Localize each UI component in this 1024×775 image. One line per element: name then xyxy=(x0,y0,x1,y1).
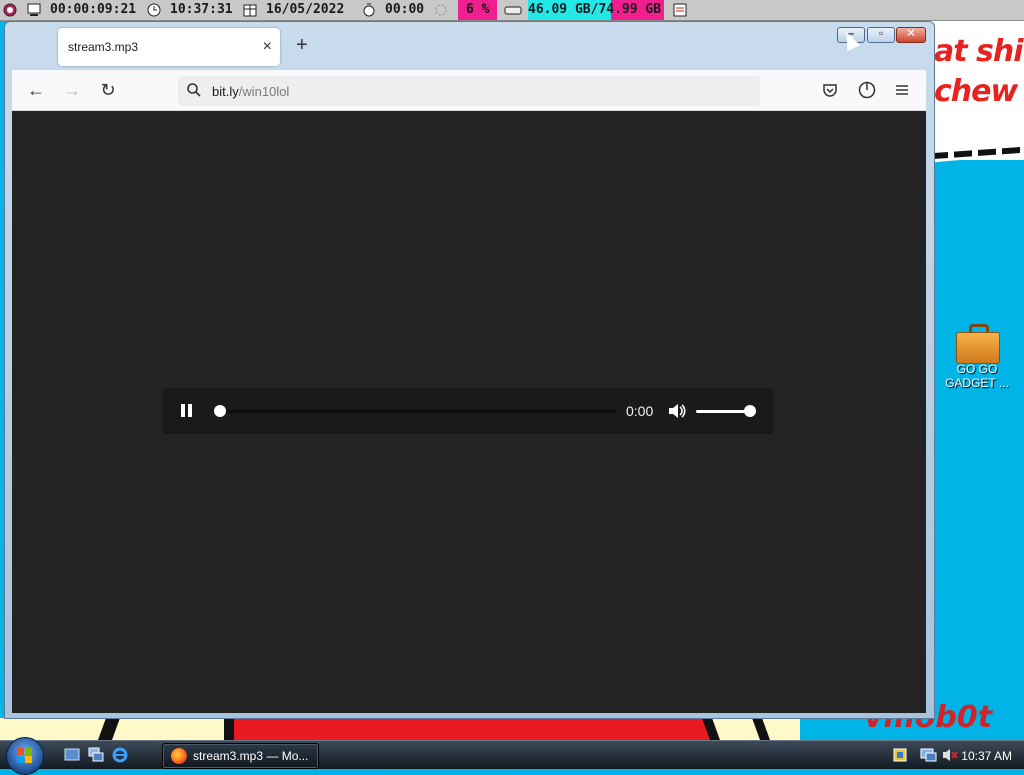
wallpaper-bottom-red xyxy=(232,718,712,740)
show-desktop-icon[interactable] xyxy=(64,747,80,763)
volume-muted-icon[interactable] xyxy=(942,747,958,763)
time-readout: 10:37:31 xyxy=(170,2,233,17)
url-host: bit.ly xyxy=(212,84,239,99)
media-viewer: 0:00 xyxy=(12,111,926,713)
calendar-icon xyxy=(243,4,257,17)
menu-icon[interactable] xyxy=(894,82,910,98)
display-tray-icon[interactable] xyxy=(920,747,938,763)
taskbar: stream3.mp3 — Mo... 10:37 AM xyxy=(0,737,1024,775)
new-tab-button[interactable]: + xyxy=(296,34,308,57)
wallpaper-text-line1: at shit xyxy=(934,34,1024,69)
pause-bar xyxy=(188,404,192,417)
uptime-readout: 00:00:09:21 xyxy=(50,2,137,17)
url-path: /win10lol xyxy=(238,84,290,99)
wallpaper-line xyxy=(224,718,234,740)
tab-stream3[interactable]: stream3.mp3 × xyxy=(58,28,280,66)
forward-button[interactable]: → xyxy=(62,80,82,100)
cpu-usage: 6 % xyxy=(458,0,498,20)
taskbar-clock[interactable]: 10:37 AM xyxy=(961,749,1012,763)
firefox-icon xyxy=(171,748,187,764)
seek-slider[interactable] xyxy=(214,405,616,417)
system-tray: 10:37 AM xyxy=(884,743,1024,767)
wallpaper-text-line2: chew xyxy=(934,74,1018,109)
briefcase-icon xyxy=(956,324,1000,364)
desktop-icon-gadget[interactable]: GO GO GADGET ... xyxy=(940,316,1014,390)
power-icon[interactable] xyxy=(3,3,17,17)
navigation-toolbar: ← → ↻ bit.ly/win10lol xyxy=(12,70,926,111)
account-icon[interactable] xyxy=(858,81,876,99)
notepad-icon[interactable] xyxy=(673,3,687,17)
computer-icon xyxy=(27,3,41,16)
internet-explorer-icon[interactable] xyxy=(112,747,128,763)
network-tray-icon[interactable] xyxy=(892,747,908,763)
taskbar-item-label: stream3.mp3 — Mo... xyxy=(193,749,309,763)
seek-thumb[interactable] xyxy=(214,405,226,417)
start-button[interactable] xyxy=(6,737,44,775)
cpu-activity-icon xyxy=(435,4,447,16)
reload-button[interactable]: ↻ xyxy=(98,80,118,100)
desktop-icon-label: GO GO GADGET ... xyxy=(945,362,1009,390)
volume-icon[interactable] xyxy=(667,402,687,420)
hard-drive-icon xyxy=(504,6,522,15)
close-tab-icon[interactable]: × xyxy=(263,38,272,56)
back-button[interactable]: ← xyxy=(26,80,46,100)
volume-thumb[interactable] xyxy=(744,405,756,417)
audio-player: 0:00 xyxy=(162,388,774,434)
windows-logo-icon xyxy=(17,748,33,764)
search-icon xyxy=(187,83,201,97)
pocket-icon[interactable] xyxy=(822,82,838,98)
timer-readout: 00:00 xyxy=(385,2,425,17)
tab-title: stream3.mp3 xyxy=(68,40,139,54)
address-bar[interactable]: bit.ly/win10lol xyxy=(178,76,760,106)
disk-usage: 46.09 GB/74.99 GB xyxy=(528,0,664,20)
date-readout: 16/05/2022 xyxy=(266,2,345,17)
clock-icon xyxy=(147,3,161,17)
taskbar-item-firefox[interactable]: stream3.mp3 — Mo... xyxy=(162,743,319,769)
system-status-bar: 00:00:09:21 10:37:31 16/05/2022 00:00 6 … xyxy=(0,0,1024,21)
switch-windows-icon[interactable] xyxy=(88,747,104,763)
volume-slider[interactable] xyxy=(696,405,756,417)
browser-window: – ▫ ✕ stream3.mp3 × + ← → ↻ bit.ly/win10… xyxy=(4,21,935,719)
url-text: bit.ly/win10lol xyxy=(212,84,289,99)
tab-strip: stream3.mp3 × + xyxy=(12,22,926,70)
playback-time: 0:00 xyxy=(626,403,654,419)
pause-button[interactable] xyxy=(180,404,194,418)
pause-bar xyxy=(181,404,185,417)
stopwatch-icon xyxy=(363,3,375,17)
